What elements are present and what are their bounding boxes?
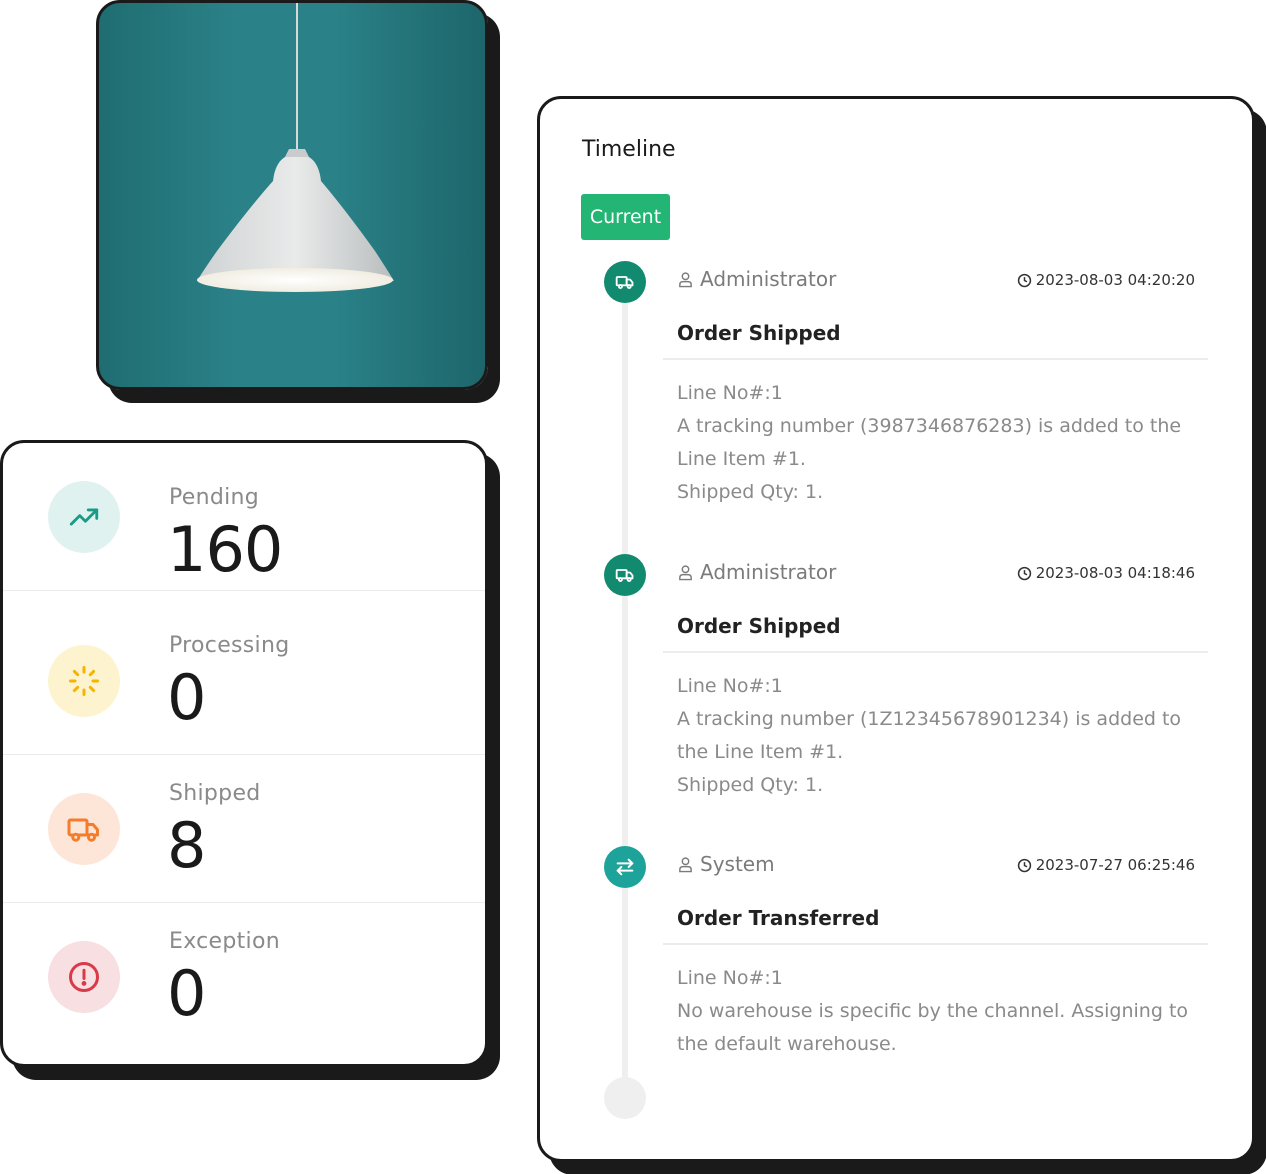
entry-timestamp: 2023-07-27 06:25:46 <box>1035 856 1195 874</box>
detail-line: A tracking number (1Z12345678901234) is … <box>677 708 1182 730</box>
detail-line: No warehouse is specific by the channel.… <box>677 1000 1189 1022</box>
truck-icon <box>604 261 646 303</box>
entry-user: System <box>677 852 775 876</box>
truck-icon <box>604 554 646 596</box>
stat-label: Shipped <box>169 781 261 806</box>
stat-pending[interactable]: Pending 160 <box>3 443 485 591</box>
entry-time: 2023-08-03 04:20:20 <box>1017 271 1195 289</box>
stat-exception[interactable]: Exception 0 <box>3 903 485 1051</box>
entry-event: Order Transferred <box>677 906 880 930</box>
stat-value: 8 <box>167 809 206 882</box>
detail-line: Line Item #1. <box>677 448 806 470</box>
user-icon <box>679 271 692 287</box>
clock-icon <box>1017 566 1031 580</box>
entry-divider <box>663 943 1208 945</box>
clock-icon <box>1017 273 1031 287</box>
timeline-entry: Administrator 2023-08-03 04:18:46 Order … <box>540 554 1252 844</box>
user-icon <box>679 564 692 580</box>
stat-label: Processing <box>169 633 290 658</box>
order-stats-card: Pending 160 Processing 0 Shipped 8 Excep… <box>0 440 488 1067</box>
entry-details: Line No#:1 A tracking number (3987346876… <box>677 377 1207 509</box>
timeline-entry: Administrator 2023-08-03 04:20:20 Order … <box>540 261 1252 551</box>
entry-divider <box>663 651 1208 653</box>
detail-line: Line No#:1 <box>677 675 783 697</box>
stat-label: Pending <box>169 485 260 510</box>
entry-timestamp: 2023-08-03 04:18:46 <box>1035 564 1195 582</box>
stat-label: Exception <box>169 929 280 954</box>
current-badge[interactable]: Current <box>581 194 670 240</box>
stat-value: 0 <box>167 957 206 1030</box>
timeline-title: Timeline <box>582 137 676 162</box>
user-icon <box>679 856 692 872</box>
entry-user-name: Administrator <box>700 267 837 291</box>
entry-user-name: Administrator <box>700 560 837 584</box>
detail-line: the Line Item #1. <box>677 741 844 763</box>
entry-time: 2023-08-03 04:18:46 <box>1017 564 1195 582</box>
stat-processing[interactable]: Processing 0 <box>3 607 485 755</box>
detail-line: Shipped Qty: 1. <box>677 481 824 503</box>
stat-value: 160 <box>167 513 283 586</box>
detail-line: Line No#:1 <box>677 382 783 404</box>
timeline-card: Timeline Current Administrator 2023-08-0… <box>537 96 1255 1162</box>
entry-time: 2023-07-27 06:25:46 <box>1017 856 1195 874</box>
truck-icon <box>48 792 120 865</box>
entry-user: Administrator <box>677 560 836 584</box>
entry-timestamp: 2023-08-03 04:20:20 <box>1035 271 1195 289</box>
stat-value: 0 <box>167 661 206 734</box>
trending-up-icon <box>48 480 120 553</box>
entry-divider <box>663 358 1208 360</box>
entry-details: Line No#:1 A tracking number (1Z12345678… <box>677 670 1207 802</box>
detail-line: the default warehouse. <box>677 1033 897 1055</box>
detail-line: Line No#:1 <box>677 967 783 989</box>
timeline-entry: System 2023-07-27 06:25:46 Order Transfe… <box>540 846 1252 1136</box>
entry-event: Order Shipped <box>677 614 841 638</box>
stat-shipped[interactable]: Shipped 8 <box>3 755 485 903</box>
transfer-arrows-icon <box>604 846 646 888</box>
entry-event: Order Shipped <box>677 321 841 345</box>
entry-user: Administrator <box>677 267 836 291</box>
entry-details: Line No#:1 No warehouse is specific by t… <box>677 962 1207 1061</box>
loader-icon <box>48 644 120 717</box>
detail-line: A tracking number (3987346876283) is add… <box>677 415 1182 437</box>
entry-user-name: System <box>700 852 775 876</box>
detail-line: Shipped Qty: 1. <box>677 774 824 796</box>
alert-circle-icon <box>48 941 120 1013</box>
lamp-photo <box>96 0 488 390</box>
pendant-lamp-image <box>197 3 394 292</box>
clock-icon <box>1017 858 1031 872</box>
